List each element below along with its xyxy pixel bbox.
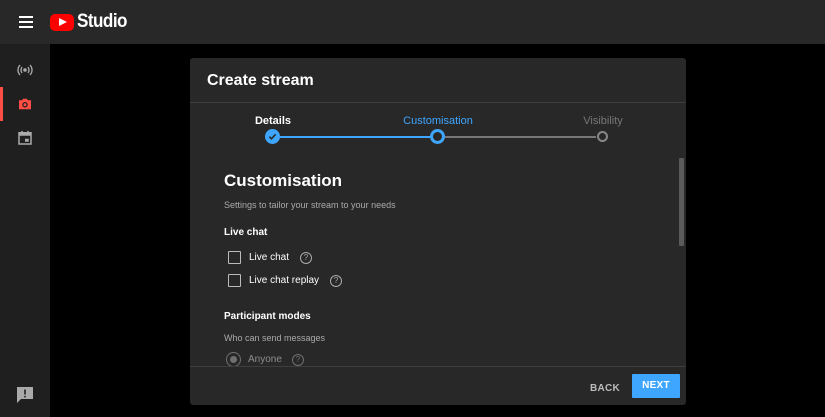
section-description: Settings to tailor your stream to your n… [224, 200, 396, 210]
step-completed-check-icon[interactable] [265, 129, 280, 144]
anyone-radio-button[interactable] [226, 352, 241, 366]
left-sidebar [0, 44, 50, 417]
live-chat-checkbox[interactable] [228, 251, 241, 264]
step-visibility-label: Visibility [583, 115, 623, 127]
create-stream-dialog: Create stream Details Customisation Visi… [190, 58, 686, 405]
sidebar-item-live[interactable] [0, 53, 50, 87]
dialog-title: Create stream [207, 72, 314, 89]
live-chat-label: Live chat [249, 252, 290, 263]
section-heading: Customisation [224, 171, 343, 190]
anyone-label: Anyone [248, 354, 282, 365]
step-customisation-label[interactable]: Customisation [403, 115, 473, 127]
sidebar-item-manage[interactable] [0, 121, 50, 155]
participant-modes-description: Who can send messages [224, 333, 326, 343]
step-current-node-icon[interactable] [430, 129, 445, 144]
brand-name: Studio [77, 11, 127, 32]
help-icon[interactable]: ? [330, 274, 343, 287]
sidebar-item-webcam[interactable] [0, 87, 50, 121]
youtube-play-icon [50, 13, 74, 31]
back-button[interactable]: BACK [583, 377, 627, 401]
top-bar: Studio [0, 0, 825, 44]
live-chat-replay-label: Live chat replay [249, 275, 320, 286]
live-chat-replay-option[interactable]: Live chat replay ? [228, 274, 343, 287]
stepper-remaining-line [445, 136, 596, 138]
studio-logo[interactable]: Studio [50, 11, 133, 33]
progress-stepper: Details Customisation Visibility [190, 103, 686, 163]
help-icon[interactable]: ? [300, 251, 313, 264]
step-details-label[interactable]: Details [255, 115, 291, 127]
live-chat-option[interactable]: Live chat ? [228, 251, 313, 264]
camera-icon [19, 98, 31, 110]
live-chat-replay-checkbox[interactable] [228, 274, 241, 287]
live-broadcast-icon [17, 64, 33, 76]
footer-divider [190, 366, 686, 367]
feedback-icon[interactable] [15, 386, 35, 404]
help-icon[interactable]: ? [291, 353, 304, 366]
hamburger-menu-icon[interactable] [14, 12, 38, 32]
step-upcoming-node-icon [597, 131, 608, 142]
stepper-progress-line [280, 136, 431, 138]
live-chat-heading: Live chat [224, 227, 268, 238]
dialog-content: Customisation Settings to tailor your st… [190, 163, 686, 366]
calendar-icon [18, 130, 32, 145]
participant-modes-heading: Participant modes [224, 311, 311, 322]
next-button[interactable]: NEXT [632, 374, 680, 398]
content-scrollbar[interactable] [679, 158, 684, 246]
anyone-radio-option[interactable]: Anyone ? [226, 352, 304, 366]
